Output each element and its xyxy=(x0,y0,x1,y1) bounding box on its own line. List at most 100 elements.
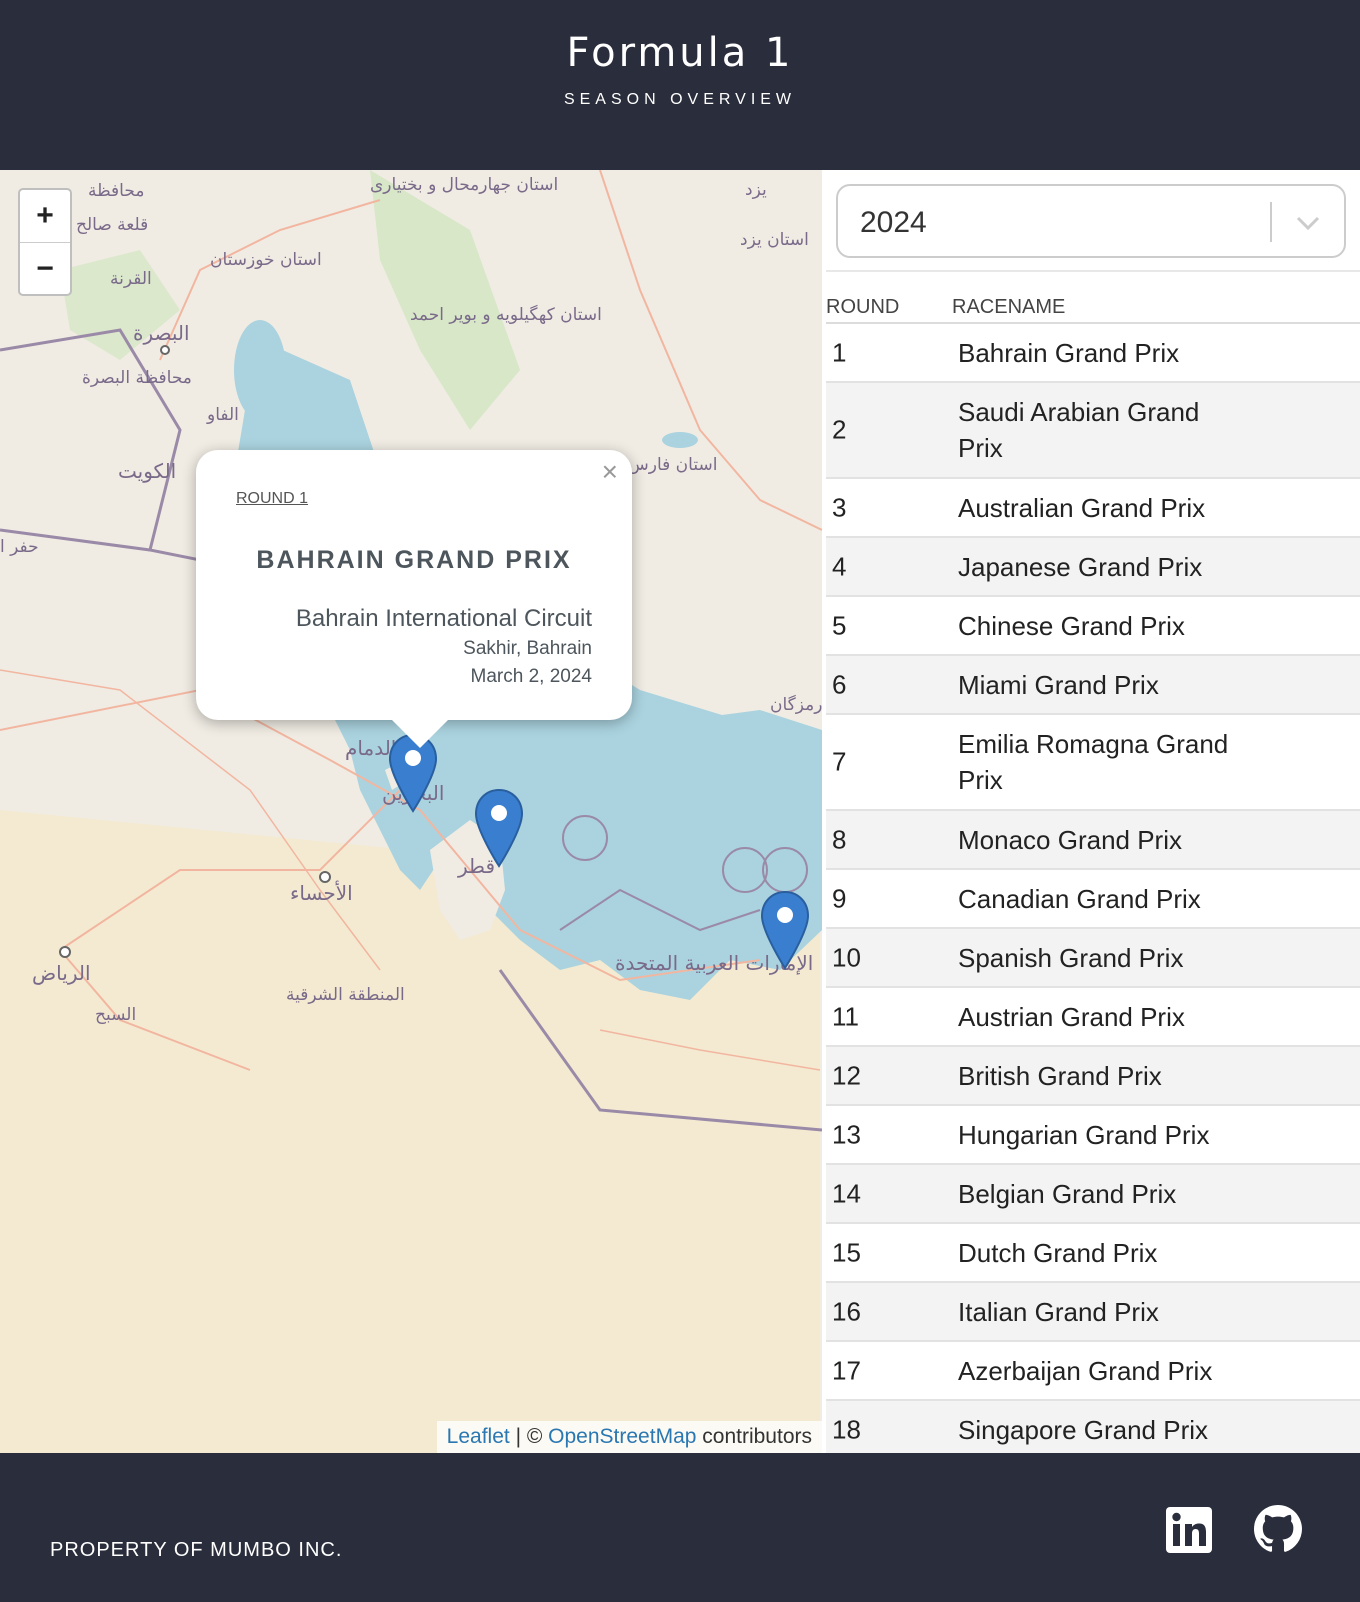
popup-round-link[interactable]: ROUND 1 xyxy=(236,490,308,508)
zoom-control: + − xyxy=(18,188,72,296)
page-title: Formula 1 xyxy=(566,30,794,76)
race-name: Dutch Grand Prix xyxy=(958,1237,1158,1268)
race-name: Azerbaijan Grand Prix xyxy=(958,1355,1213,1386)
race-round: 17 xyxy=(832,1355,861,1385)
attribution-suffix: contributors xyxy=(696,1425,812,1448)
map-label: محافظة البصرة xyxy=(82,368,192,388)
table-row[interactable]: 11 Austrian Grand Prix xyxy=(826,988,1360,1047)
map-label: رمزگان xyxy=(770,694,822,715)
race-round: 8 xyxy=(832,824,847,854)
race-round: 16 xyxy=(832,1296,861,1326)
table-row[interactable]: 13 Hungarian Grand Prix xyxy=(826,1106,1360,1165)
race-round: 3 xyxy=(832,492,847,522)
map-label: محافظة xyxy=(88,181,144,201)
table-row[interactable]: 18 Singapore Grand Prix xyxy=(826,1401,1360,1453)
race-round: 15 xyxy=(832,1237,861,1267)
map-label: حفر ا xyxy=(0,537,39,557)
table-row[interactable]: 4 Japanese Grand Prix xyxy=(826,538,1360,597)
table-row[interactable]: 12 British Grand Prix xyxy=(826,1047,1360,1106)
race-round: 18 xyxy=(832,1414,861,1444)
table-row[interactable]: 8 Monaco Grand Prix xyxy=(826,811,1360,870)
race-name: Miami Grand Prix xyxy=(958,669,1159,700)
map-label: استان فارس xyxy=(628,455,717,475)
map-label: القرنة xyxy=(110,269,152,289)
github-icon[interactable] xyxy=(1254,1505,1302,1553)
season-select[interactable]: 2024 xyxy=(836,184,1346,258)
race-name: Australian Grand Prix xyxy=(958,492,1206,523)
race-round: 5 xyxy=(832,610,847,640)
attribution-separator: | © xyxy=(509,1425,549,1448)
race-sidebar: 2024 ROUND RACENAME 1 Bahrain Grand Prix 2… xyxy=(822,170,1360,1453)
table-row[interactable]: 3 Australian Grand Prix xyxy=(826,479,1360,538)
map-label: الكويت xyxy=(118,459,176,483)
table-row[interactable]: 9 Canadian Grand Prix xyxy=(826,870,1360,929)
table-row[interactable]: 1 Bahrain Grand Prix xyxy=(826,324,1360,383)
popup-date: March 2, 2024 xyxy=(470,666,592,687)
table-row[interactable]: 7 Emilia Romagna Grand Prix xyxy=(826,715,1360,811)
race-round: 13 xyxy=(832,1119,861,1149)
table-row[interactable]: 2 Saudi Arabian Grand Prix xyxy=(826,383,1360,479)
table-row[interactable]: 5 Chinese Grand Prix xyxy=(826,597,1360,656)
table-header: ROUND RACENAME xyxy=(826,270,1360,324)
table-row[interactable]: 15 Dutch Grand Prix xyxy=(826,1224,1360,1283)
table-row[interactable]: 6 Miami Grand Prix xyxy=(826,656,1360,715)
race-popup: × ROUND 1 BAHRAIN GRAND PRIX Bahrain Int… xyxy=(196,450,632,748)
popup-circuit: Bahrain International Circuit xyxy=(295,605,592,632)
map-label: یزد xyxy=(745,180,767,200)
table-body: 1 Bahrain Grand Prix 2 Saudi Arabian Grand … xyxy=(826,324,1360,1453)
race-round: 10 xyxy=(832,942,861,972)
popup-tip xyxy=(392,720,448,748)
season-select-value: 2024 xyxy=(860,206,927,239)
race-name: Chinese Grand Prix xyxy=(958,610,1185,641)
table-row[interactable]: 17 Azerbaijan Grand Prix xyxy=(826,1342,1360,1401)
footer-property-text: PROPERTY OF MUMBO INC. xyxy=(50,1539,343,1561)
popup-race-name: BAHRAIN GRAND PRIX xyxy=(256,546,572,574)
zoom-in-button[interactable]: + xyxy=(20,190,70,242)
race-marker[interactable] xyxy=(474,788,524,868)
race-name: Bahrain Grand Prix xyxy=(958,337,1180,368)
race-name: Singapore Grand Prix xyxy=(958,1414,1209,1445)
osm-link[interactable]: OpenStreetMap xyxy=(548,1425,696,1448)
race-round: 14 xyxy=(832,1178,861,1208)
race-round: 1 xyxy=(832,337,847,367)
chevron-down-icon[interactable] xyxy=(1292,204,1324,240)
race-table: ROUND RACENAME 1 Bahrain Grand Prix 2 Saudi… xyxy=(826,270,1360,1453)
race-name: Monaco Grand Prix xyxy=(958,824,1182,855)
linkedin-icon[interactable] xyxy=(1166,1507,1212,1553)
select-separator xyxy=(1270,202,1272,242)
map-label: الفاو xyxy=(206,405,239,425)
column-header-racename[interactable]: RACENAME xyxy=(952,296,1065,319)
popup-location: Sakhir, Bahrain xyxy=(463,638,592,659)
race-name: Saudi Arabian Grand Prix xyxy=(958,397,1200,463)
race-name: British Grand Prix xyxy=(958,1060,1162,1091)
race-name: Spanish Grand Prix xyxy=(958,942,1184,973)
map-label: استان جهارمحال و بختیاری xyxy=(370,175,558,195)
page-footer: PROPERTY OF MUMBO INC. xyxy=(0,1453,1360,1602)
leaflet-link[interactable]: Leaflet xyxy=(447,1425,510,1448)
map-label: قلعة صالح xyxy=(76,215,148,235)
race-name: Belgian Grand Prix xyxy=(958,1178,1177,1209)
race-round: 11 xyxy=(832,1001,859,1031)
race-round: 4 xyxy=(832,551,847,581)
map-label: الرياض xyxy=(32,961,91,985)
race-name: Japanese Grand Prix xyxy=(958,551,1203,582)
table-row[interactable]: 10 Spanish Grand Prix xyxy=(826,929,1360,988)
map-label: البصرة xyxy=(133,321,190,345)
popup-close-button[interactable]: × xyxy=(602,456,618,488)
race-round: 6 xyxy=(832,669,847,699)
race-name: Italian Grand Prix xyxy=(958,1296,1159,1327)
map-label: استان خوزستان xyxy=(210,250,322,270)
race-round: 12 xyxy=(832,1060,861,1090)
map-label: المنطقة الشرقية xyxy=(286,985,405,1005)
table-row[interactable]: 16 Italian Grand Prix xyxy=(826,1283,1360,1342)
column-header-round[interactable]: ROUND xyxy=(826,296,899,319)
race-marker[interactable] xyxy=(760,890,810,970)
map-label: الأحساء xyxy=(290,881,353,905)
race-name: Hungarian Grand Prix xyxy=(958,1119,1210,1150)
table-row[interactable]: 14 Belgian Grand Prix xyxy=(826,1165,1360,1224)
zoom-out-button[interactable]: − xyxy=(20,242,70,295)
race-name: Austrian Grand Prix xyxy=(958,1001,1185,1032)
race-round: 9 xyxy=(832,883,847,913)
map[interactable]: استان جهارمحال و بختیاری یزد استان یزد ا… xyxy=(0,170,822,1453)
race-round: 2 xyxy=(832,414,847,445)
